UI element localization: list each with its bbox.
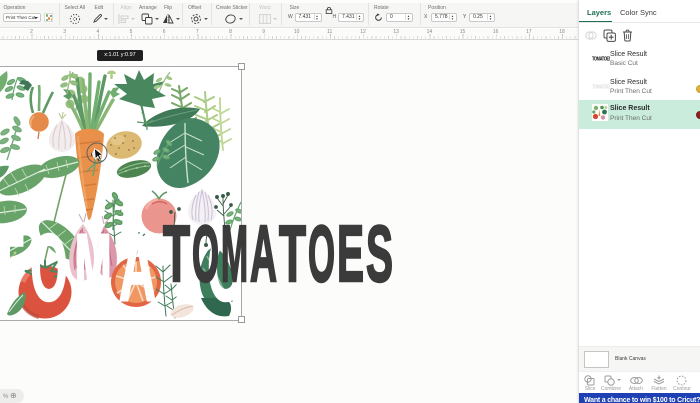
svg-text:O: O (308, 215, 335, 290)
svg-text:S: S (366, 215, 393, 290)
svg-text:O: O (31, 215, 68, 320)
svg-text:M: M (221, 215, 248, 290)
svg-text:O: O (192, 215, 219, 290)
svg-text:T: T (0, 215, 23, 320)
svg-text:T: T (279, 215, 306, 290)
svg-text:T: T (163, 215, 190, 290)
svg-text:E: E (337, 215, 364, 290)
svg-text:A: A (250, 215, 277, 290)
svg-text:A: A (119, 215, 156, 320)
svg-text:M: M (75, 215, 112, 320)
